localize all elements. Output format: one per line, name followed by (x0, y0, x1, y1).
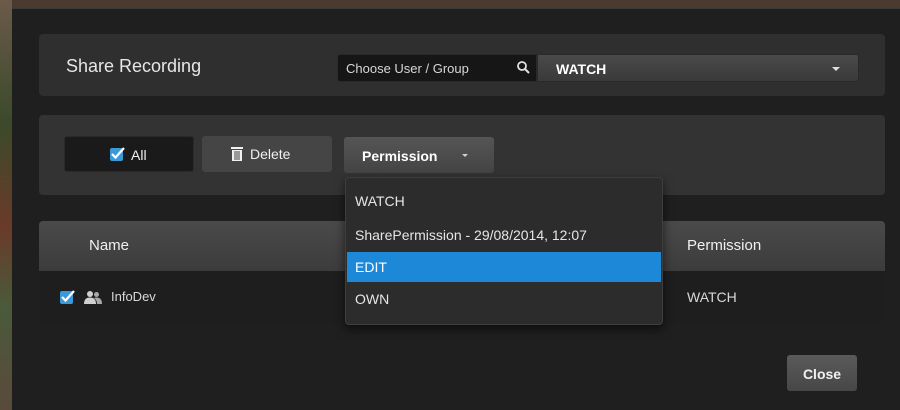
caret-down-icon (462, 154, 468, 157)
close-label: Close (802, 366, 842, 382)
permission-dropdown-menu: WATCH SharePermission - 29/08/2014, 12:0… (345, 177, 663, 325)
search-icon (517, 61, 530, 74)
menu-item-edit[interactable]: EDIT (347, 252, 661, 282)
permission-button[interactable]: Permission (344, 137, 494, 173)
share-recording-dialog: Share Recording Choose User / Group WATC… (12, 8, 900, 410)
column-header-permission[interactable]: Permission (687, 237, 761, 254)
trash-icon (231, 147, 243, 161)
row-checkbox-icon[interactable] (59, 289, 75, 305)
permission-select[interactable]: WATCH (537, 54, 859, 82)
checkbox-checked-icon (110, 147, 125, 161)
user-group-picker[interactable]: Choose User / Group (337, 54, 537, 82)
select-all-label: All (131, 147, 147, 163)
select-all-button[interactable]: All (64, 136, 194, 172)
menu-item-watch[interactable]: WATCH (347, 186, 661, 216)
user-group-icon (84, 291, 102, 304)
delete-label: Delete (250, 146, 291, 162)
row-name: InfoDev (111, 289, 156, 304)
delete-button[interactable]: Delete (202, 136, 332, 172)
dialog-header: Share Recording Choose User / Group WATC… (39, 34, 885, 96)
user-group-placeholder: Choose User / Group (346, 61, 469, 76)
chevron-down-icon (832, 67, 840, 71)
row-permission: WATCH (687, 289, 737, 305)
menu-item-sharepermission[interactable]: SharePermission - 29/08/2014, 12:07 (347, 220, 661, 250)
dialog-title: Share Recording (66, 56, 202, 76)
menu-item-own[interactable]: OWN (347, 284, 661, 314)
background-image-strip (0, 0, 12, 410)
column-header-name[interactable]: Name (89, 237, 129, 254)
permission-select-value: WATCH (556, 61, 607, 77)
close-button[interactable]: Close (787, 355, 857, 391)
permission-button-label: Permission (362, 148, 438, 164)
